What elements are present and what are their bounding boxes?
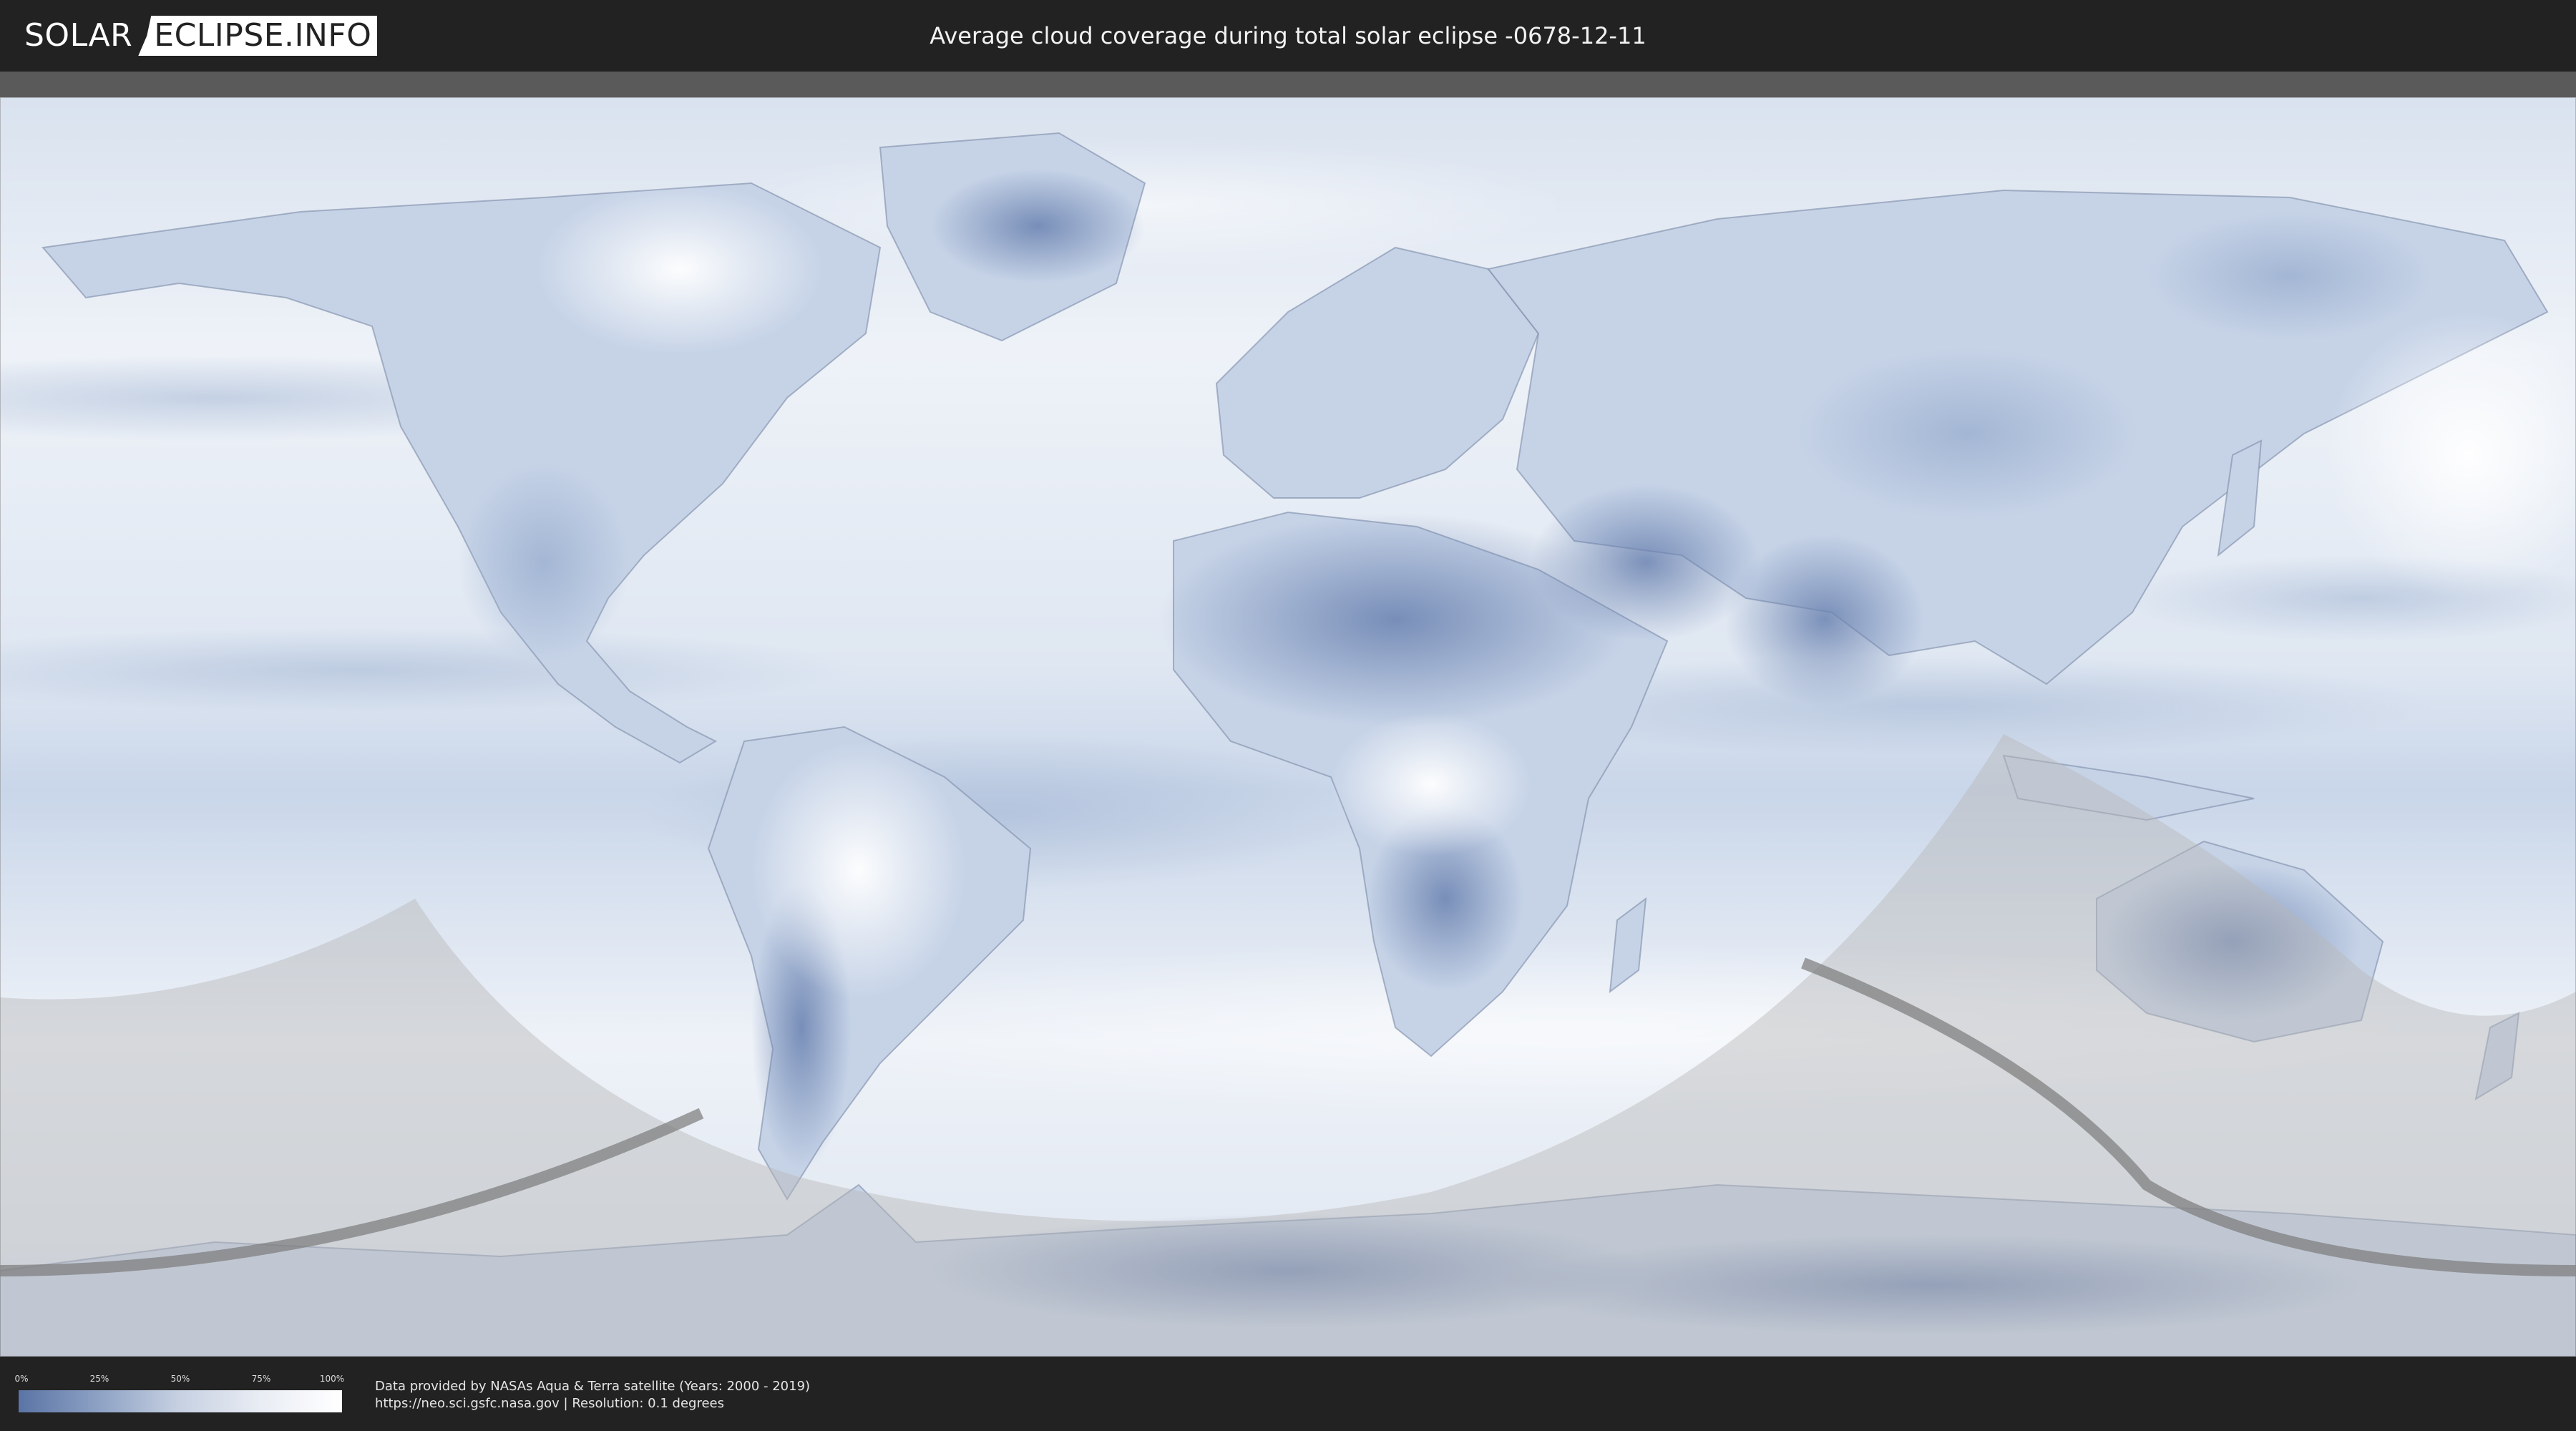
cloud-coverage-map: [0, 97, 2576, 1357]
legend-tick-75: 75%: [251, 1374, 271, 1384]
legend-tick-labels: 0% 25% 50% 75% 100%: [14, 1374, 345, 1387]
legend-tick-50: 50%: [170, 1374, 190, 1384]
data-credit: Data provided by NASAs Aqua & Terra sate…: [375, 1378, 810, 1412]
legend-tick-25: 25%: [89, 1374, 109, 1384]
legend-tick-100: 100%: [319, 1374, 345, 1384]
page-title: Average cloud coverage during total sola…: [930, 22, 1646, 49]
map-top-strip: [0, 72, 2576, 97]
cloud-coverage-legend-bar: [19, 1390, 342, 1412]
header-bar: SOLAR ECLIPSE.INFO Average cloud coverag…: [0, 0, 2576, 72]
legend-tick-0: 0%: [14, 1374, 29, 1384]
credit-line-url: https://neo.sci.gsfc.nasa.gov | Resoluti…: [375, 1396, 724, 1411]
credit-line-source: Data provided by NASAs Aqua & Terra sate…: [375, 1379, 811, 1394]
